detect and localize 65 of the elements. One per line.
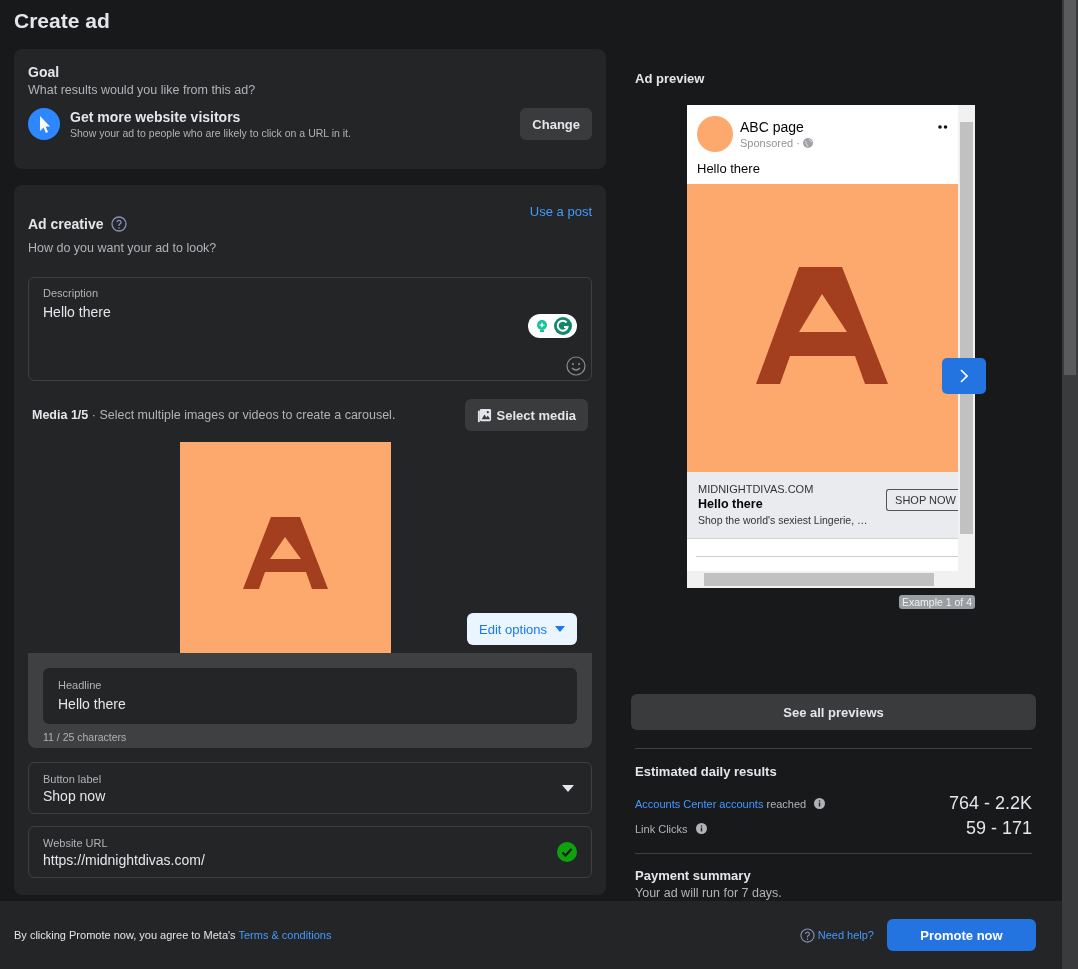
cursor-icon [28,108,60,140]
website-url-field[interactable]: Website URL https://midnightdivas.com/ [28,826,592,878]
card-subtitle: What results would you like from this ad? [28,83,257,97]
globe-icon [802,138,813,148]
change-button[interactable]: Change [520,108,592,140]
link-domain: MIDNIGHTDIVAS.COM [698,483,815,495]
post-text: Hello there [696,160,761,178]
next-button[interactable] [942,358,986,394]
field-value: Shop now [43,787,107,804]
field-label: Website URL [43,836,109,849]
example-badge: Example 1 of 4 [898,595,975,609]
avatar [697,116,733,152]
section-title: Estimated daily results [635,764,778,779]
caret-icon [555,626,565,632]
estimate-label: Link Clicks [635,822,688,835]
estimate-value: 59 - 171 [965,818,1032,839]
consent-text: By clicking Promote now, you agree to Meta's Terms & conditions [14,929,332,941]
estimate-value: 764 - 2.2K [948,793,1032,814]
button-label-dropdown[interactable]: Button label Shop now [28,762,592,814]
info-icon[interactable] [814,798,826,809]
field-label: Button label [43,772,103,785]
help-icon [111,216,128,232]
objective-description: Show your ad to people who are likely to click on a URL in it. [70,127,352,139]
vertical-scrollbar[interactable] [958,105,975,571]
caret-icon [562,784,574,792]
horizontal-scrollbar[interactable] [687,571,975,588]
help-icon [799,927,815,943]
grammar-widget[interactable] [528,314,577,338]
select-media-button[interactable]: Select media [464,399,588,431]
card-title: Ad creative [28,216,104,232]
media-hint: Media 1/5 · Select multiple images or videos to create a carousel. [32,408,397,422]
page-title: Create ad [14,8,111,34]
edit-options-button[interactable]: Edit options [467,613,577,645]
promote-now-button[interactable]: Promote now [887,919,1036,951]
field-value: Hello there [43,304,112,320]
field-label: Headline [58,679,103,691]
page-scrollbar[interactable] [1062,0,1078,969]
section-title: Payment summary [635,868,752,883]
see-all-previews-button[interactable]: See all previews [631,694,1036,730]
headline-field[interactable]: Headline Hello there [43,668,577,724]
field-value: https://midnightdivas.com/ [43,851,206,868]
page-name: ABC page [740,119,805,135]
field-label: Description [43,287,100,299]
photo-icon [476,407,492,423]
payment-text: Your ad will run for 7 days. [635,886,783,900]
info-icon[interactable] [695,823,707,834]
circle-arrow-icon[interactable] [554,317,572,335]
sponsored-label: Sponsored · [740,137,800,149]
character-counter: 11 / 25 characters [43,731,128,743]
section-title: Ad preview [635,71,706,86]
chevron-right-icon [960,369,968,383]
need-help-link[interactable]: Need help? [799,927,874,943]
more-icon[interactable] [938,125,948,129]
card-title: Goal [28,64,61,80]
objective-title: Get more website visitors [70,109,242,125]
use-post-link[interactable]: Use a post [529,204,592,219]
link-description: Shop the world's sexiest Lingerie, … [698,514,869,526]
card-subtitle: How do you want your ad to look? [28,241,218,255]
accounts-link[interactable]: Accounts Center accounts [635,797,764,810]
estimate-label: Accounts Center accounts reached [635,797,807,810]
emoji-icon[interactable] [566,356,586,376]
field-value: Hello there [58,696,127,712]
description-field[interactable]: Description Hello there [28,277,592,381]
link-headline: Hello there [698,497,764,511]
terms-link[interactable]: Terms & conditions [238,929,332,941]
